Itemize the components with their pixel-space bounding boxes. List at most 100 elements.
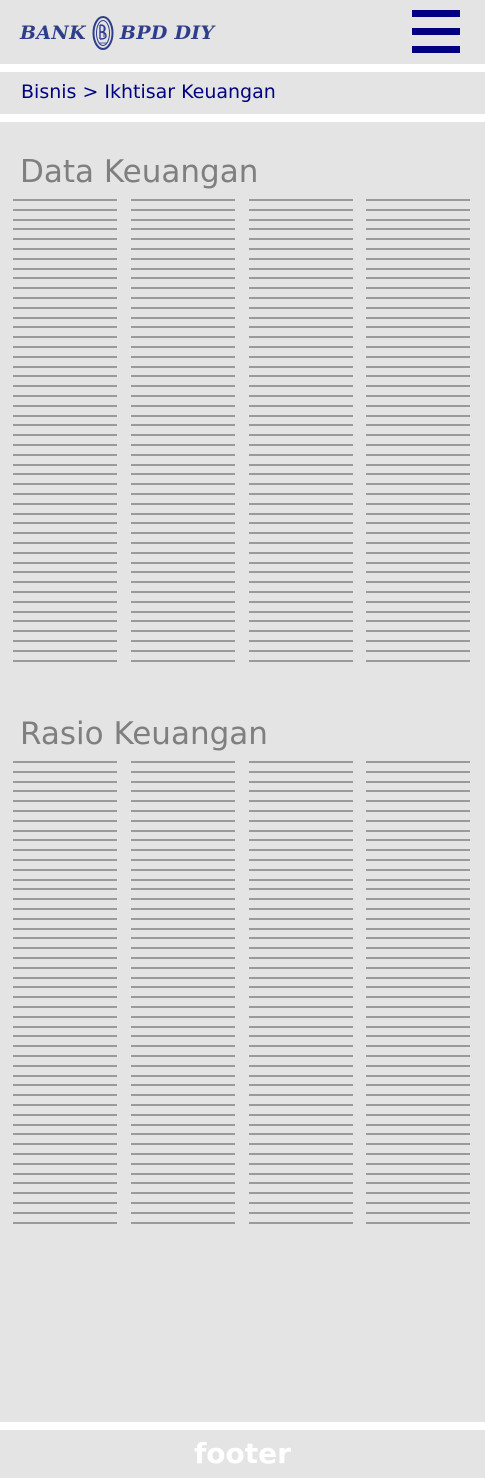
placeholder-line [131,434,235,436]
placeholder-line [131,522,235,524]
placeholder-line [249,601,353,603]
placeholder-line [13,937,117,939]
placeholder-line [366,1133,470,1135]
placeholder-line [131,405,235,407]
placeholder-line [131,238,235,240]
placeholder-line [366,790,470,792]
placeholder-line [249,258,353,260]
placeholder-line [13,1212,117,1214]
placeholder-line [131,571,235,573]
placeholder-line [249,800,353,802]
placeholder-line [131,1153,235,1155]
placeholder-line [131,1163,235,1165]
placeholder-line [249,888,353,890]
logo-text-right: BPD DIY [119,22,215,44]
placeholder-line [131,552,235,554]
placeholder-line [366,542,470,544]
placeholder-line [131,888,235,890]
placeholder-line [249,356,353,358]
placeholder-line [13,424,117,426]
placeholder-line [13,454,117,456]
placeholder-line [13,650,117,652]
placeholder-line [249,781,353,783]
placeholder-line [131,1084,235,1086]
placeholder-line [131,1222,235,1224]
placeholder-line [131,326,235,328]
placeholder-line [13,830,117,832]
placeholder-line [13,415,117,417]
placeholder-line [13,1173,117,1175]
placeholder-line [366,287,470,289]
placeholder-line [131,1016,235,1018]
placeholder-line [366,503,470,505]
placeholder-line [366,1016,470,1018]
placeholder-line [131,199,235,201]
placeholder-line [131,601,235,603]
placeholder-line [249,199,353,201]
placeholder-line [249,640,353,642]
placeholder-line [131,248,235,250]
placeholder-line [131,839,235,841]
placeholder-line [13,405,117,407]
placeholder-line [366,937,470,939]
placeholder-line [366,1075,470,1077]
placeholder-line [249,424,353,426]
placeholder-line [366,967,470,969]
placeholder-line [249,1163,353,1165]
placeholder-line [366,228,470,230]
placeholder-line [13,820,117,822]
placeholder-line [131,771,235,773]
placeholder-line [366,1153,470,1155]
placeholder-line [249,839,353,841]
placeholder-line [366,908,470,910]
placeholder-line [131,444,235,446]
placeholder-line [366,1035,470,1037]
placeholder-line [366,771,470,773]
placeholder-line [131,395,235,397]
placeholder-line [366,405,470,407]
section-title-rasio-keuangan: Rasio Keuangan [20,716,268,752]
hamburger-menu-icon[interactable] [412,10,460,54]
breadcrumb-link-bisnis[interactable]: Bisnis [21,81,76,103]
placeholder-line [366,1212,470,1214]
placeholder-line [131,424,235,426]
placeholder-line [13,800,117,802]
placeholder-line [13,1153,117,1155]
placeholder-line [13,297,117,299]
placeholder-line [249,1222,353,1224]
placeholder-line [13,444,117,446]
placeholder-line [366,928,470,930]
placeholder-line [366,317,470,319]
placeholder-line [366,820,470,822]
placeholder-line [131,918,235,920]
placeholder-line [366,336,470,338]
placeholder-line [249,1192,353,1194]
placeholder-line [249,1212,353,1214]
placeholder-line [249,1006,353,1008]
placeholder-line [366,326,470,328]
placeholder-line [131,908,235,910]
placeholder-line [249,385,353,387]
placeholder-line [131,228,235,230]
placeholder-line [131,830,235,832]
placeholder-line [366,1094,470,1096]
placeholder-line [131,317,235,319]
placeholder-line [249,1143,353,1145]
placeholder-line [131,869,235,871]
placeholder-line [131,1133,235,1135]
placeholder-line [13,781,117,783]
placeholder-line [131,1006,235,1008]
placeholder-line [366,434,470,436]
placeholder-line [13,849,117,851]
placeholder-line [131,581,235,583]
placeholder-line [249,790,353,792]
placeholder-line [13,977,117,979]
placeholder-line [366,346,470,348]
placeholder-line [366,1006,470,1008]
placeholder-line [131,562,235,564]
placeholder-line [249,317,353,319]
placeholder-line [249,1153,353,1155]
placeholder-line [13,542,117,544]
placeholder-line [249,552,353,554]
bank-logo[interactable]: BANK BPD DIY [20,14,214,52]
